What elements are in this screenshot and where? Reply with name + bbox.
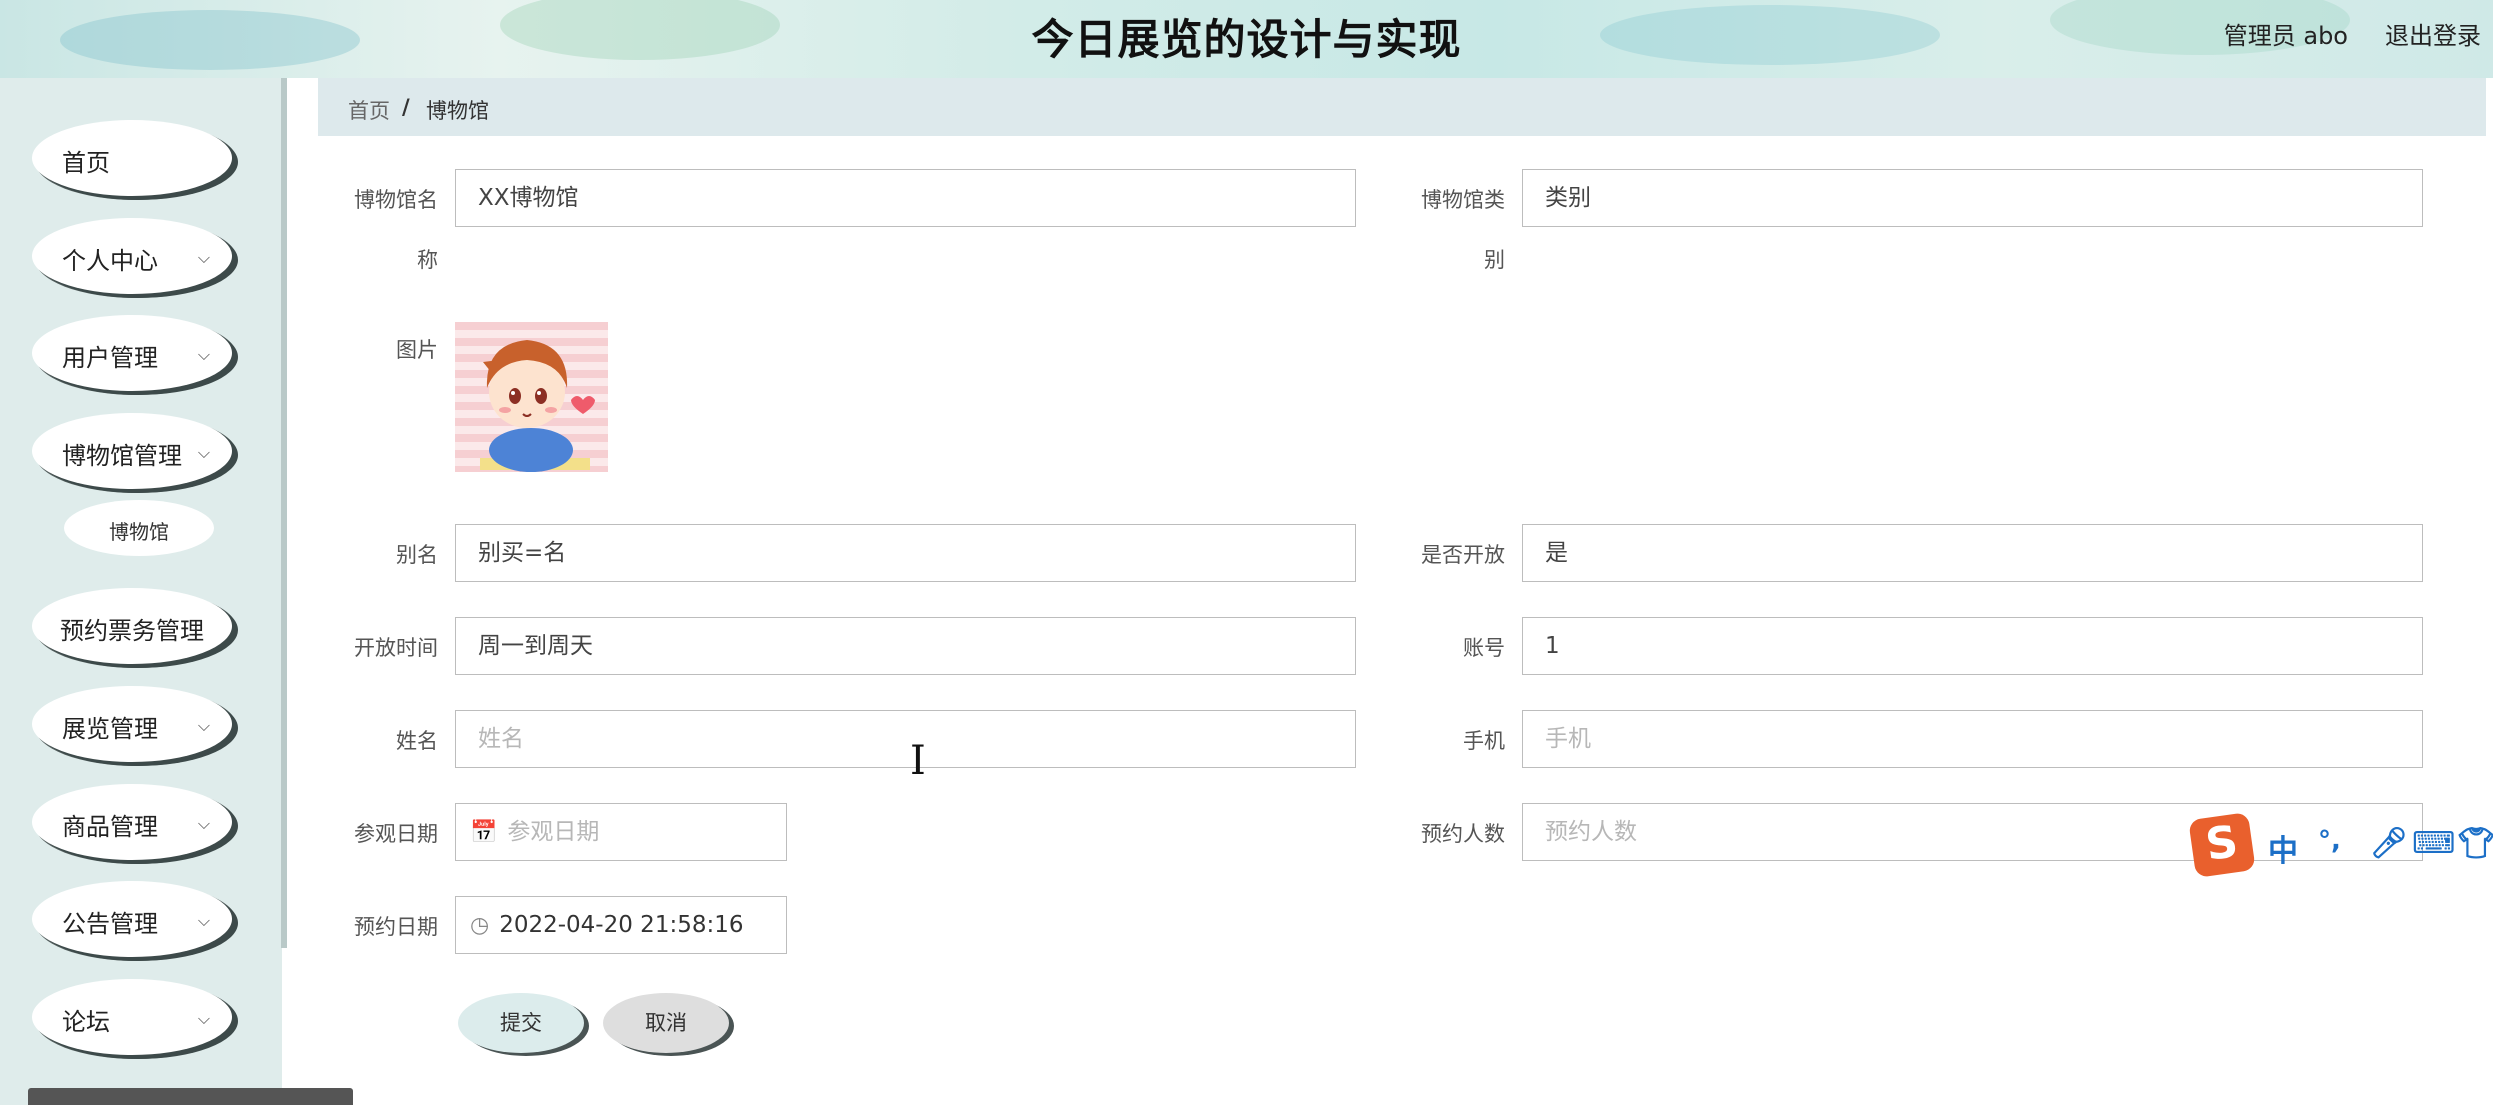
sidebar-item-ticket-management[interactable]: 预约票务管理: [32, 588, 232, 664]
reserve-count-label: 预约人数: [1421, 822, 1505, 846]
clock-icon: ◷: [470, 913, 490, 938]
tooltip-bar: [28, 1088, 353, 1105]
sidebar-subitem-label: 博物馆: [109, 520, 169, 544]
museum-image[interactable]: [455, 322, 608, 472]
text-cursor-icon: I: [910, 738, 926, 784]
chevron-down-icon: ⌵: [197, 248, 210, 267]
museum-type-label-line1: 博物馆类: [1421, 188, 1505, 212]
chevron-down-icon: ⌵: [197, 814, 210, 833]
museum-name-label-line1: 博物馆名: [354, 188, 438, 212]
chevron-down-icon: ⌵: [197, 911, 210, 930]
chevron-down-icon: ⌵: [197, 716, 210, 735]
keyboard-icon[interactable]: ⌨: [2412, 826, 2455, 861]
sidebar-item-personal-center[interactable]: 个人中心 ⌵: [32, 218, 232, 294]
visit-date-label: 参观日期: [354, 822, 438, 846]
is-open-label: 是否开放: [1421, 543, 1505, 567]
sidebar-item-goods-management[interactable]: 商品管理 ⌵: [32, 784, 232, 860]
museum-type-label-line2: 别: [1484, 248, 1505, 272]
alias-input[interactable]: 别买=名: [455, 524, 1356, 582]
chevron-down-icon: ⌵: [197, 443, 210, 462]
microphone-icon[interactable]: 🎤︎: [2370, 826, 2408, 861]
visit-date-input[interactable]: 📅 参观日期: [455, 803, 787, 861]
reserve-date-label: 预约日期: [354, 915, 438, 939]
skin-shirt-icon[interactable]: 👕︎: [2457, 826, 2493, 861]
museum-name-input[interactable]: XX博物馆: [455, 169, 1356, 227]
phone-input[interactable]: 手机: [1522, 710, 2423, 768]
open-time-label: 开放时间: [354, 636, 438, 660]
account-label: 账号: [1463, 636, 1505, 660]
submit-button[interactable]: 提交: [458, 993, 584, 1053]
image-label: 图片: [396, 338, 438, 362]
sidebar-item-museum-management[interactable]: 博物馆管理 ⌵: [32, 413, 232, 489]
sidebar-scrollbar[interactable]: [281, 78, 287, 948]
sidebar-item-label: 个人中心: [62, 247, 158, 275]
chevron-down-icon: ⌵: [197, 1009, 210, 1028]
chevron-down-icon: ⌵: [197, 345, 210, 364]
sidebar-item-label: 首页: [62, 149, 110, 177]
sidebar-item-user-management[interactable]: 用户管理 ⌵: [32, 315, 232, 391]
breadcrumb-home[interactable]: 首页: [348, 95, 390, 125]
sidebar-item-label: 商品管理: [62, 813, 158, 841]
breadcrumb: 首页 / 博物馆: [318, 78, 2486, 136]
name-label: 姓名: [396, 729, 438, 753]
sidebar-item-label: 用户管理: [62, 344, 158, 372]
breadcrumb-current: 博物馆: [426, 99, 489, 123]
reserve-date-input[interactable]: ◷ 2022-04-20 21:58:16: [455, 896, 787, 954]
sidebar-item-exhibition-management[interactable]: 展览管理 ⌵: [32, 686, 232, 762]
museum-name-label: 博物馆名 称: [340, 170, 438, 290]
sidebar-item-label: 展览管理: [62, 715, 158, 743]
museum-name-label-line2: 称: [417, 248, 438, 272]
sidebar-item-label: 论坛: [62, 1008, 110, 1036]
cancel-button[interactable]: 取消: [603, 993, 729, 1053]
ime-toolbar: S 中 °, 🎤︎ ⌨ 👕︎: [2188, 812, 2493, 878]
page-title: 今日展览的设计与实现: [1031, 15, 1462, 64]
top-header: 今日展览的设计与实现 管理员 abo 退出登录: [0, 0, 2493, 78]
is-open-input[interactable]: 是: [1522, 524, 2423, 582]
ime-mode-toggle[interactable]: 中: [2268, 826, 2298, 870]
visit-date-placeholder: 参观日期: [507, 819, 600, 845]
ime-punctuation-toggle[interactable]: °,: [2318, 826, 2341, 856]
sidebar-item-forum[interactable]: 论坛 ⌵: [32, 979, 232, 1055]
sidebar-item-notice-management[interactable]: 公告管理 ⌵: [32, 881, 232, 957]
current-user-label: 管理员 abo: [2223, 22, 2348, 50]
sogou-logo-icon[interactable]: S: [2188, 812, 2256, 878]
account-input[interactable]: 1: [1522, 617, 2423, 675]
calendar-icon: 📅: [470, 820, 498, 845]
sidebar-item-label: 公告管理: [62, 910, 158, 938]
alias-label: 别名: [396, 543, 438, 567]
sidebar-item-label: 预约票务管理: [60, 617, 204, 645]
sidebar-item-label: 博物馆管理: [62, 442, 182, 470]
phone-label: 手机: [1463, 729, 1505, 753]
sidebar-subitem-museum[interactable]: 博物馆: [64, 500, 214, 556]
logout-link[interactable]: 退出登录: [2385, 16, 2481, 51]
reserve-date-value: 2022-04-20 21:58:16: [499, 912, 744, 938]
name-input[interactable]: 姓名: [455, 710, 1356, 768]
museum-type-input[interactable]: 类别: [1522, 169, 2423, 227]
open-time-input[interactable]: 周一到周天: [455, 617, 1356, 675]
breadcrumb-separator: /: [402, 95, 410, 119]
museum-type-label: 博物馆类 别: [1407, 170, 1505, 290]
sidebar-item-home[interactable]: 首页: [32, 120, 232, 196]
